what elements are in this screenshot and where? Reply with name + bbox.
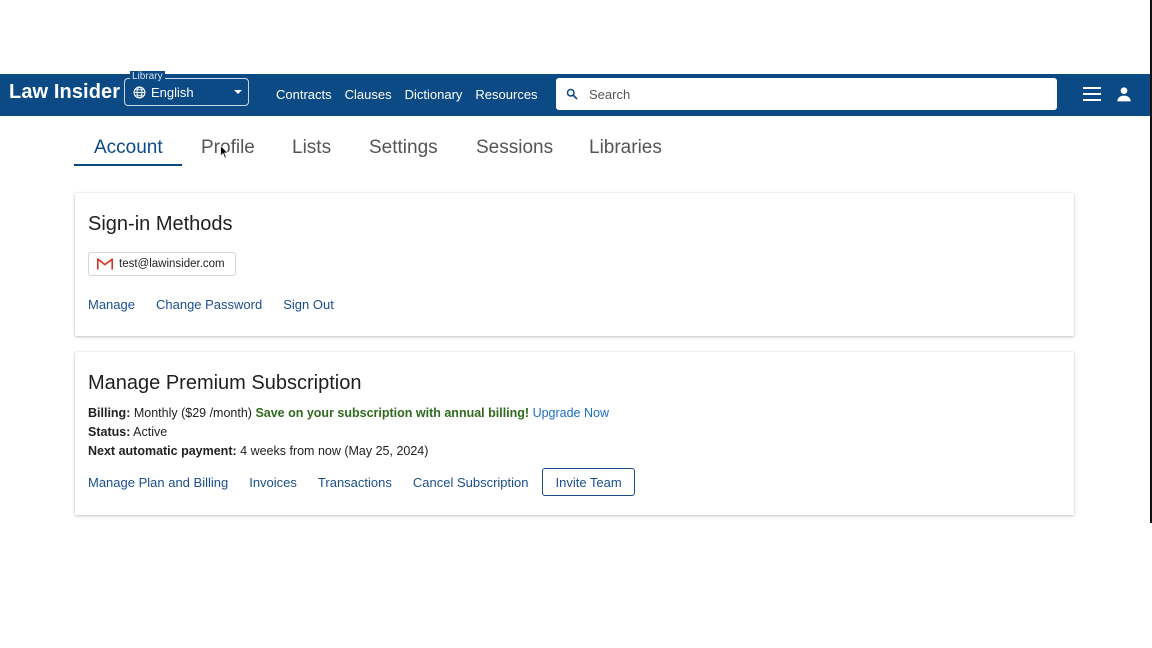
- tab-settings[interactable]: Settings: [369, 137, 438, 159]
- status-label: Status:: [88, 425, 131, 439]
- menu-icon[interactable]: [1083, 87, 1101, 101]
- tab-account[interactable]: Account: [94, 137, 163, 159]
- subscription-card: Manage Premium Subscription Billing: Mon…: [75, 352, 1074, 515]
- subscription-title: Manage Premium Subscription: [88, 372, 362, 394]
- email-chip: test@lawinsider.com: [88, 252, 236, 276]
- invoices-link[interactable]: Invoices: [249, 475, 297, 490]
- invite-team-button[interactable]: Invite Team: [542, 468, 635, 496]
- nav-clauses[interactable]: Clauses: [345, 87, 392, 102]
- mouse-cursor-icon: [220, 145, 229, 159]
- nav-contracts[interactable]: Contracts: [276, 87, 332, 102]
- status-value: Active: [133, 425, 168, 439]
- change-password-link[interactable]: Change Password: [156, 297, 262, 312]
- nav-resources[interactable]: Resources: [475, 87, 537, 102]
- active-tab-indicator: [74, 164, 182, 166]
- signin-methods-card: Sign-in Methods test@lawinsider.com Mana…: [75, 193, 1074, 336]
- payment-line: Next automatic payment: 4 weeks from now…: [88, 444, 428, 458]
- cancel-subscription-link[interactable]: Cancel Subscription: [413, 475, 529, 490]
- chevron-down-icon: [234, 90, 242, 94]
- library-select[interactable]: Library English: [124, 71, 249, 106]
- annual-promo: Save on your subscription with annual bi…: [255, 406, 530, 420]
- subscription-actions: Manage Plan and Billing Invoices Transac…: [88, 468, 635, 496]
- tab-lists[interactable]: Lists: [292, 137, 331, 159]
- billing-label: Billing:: [88, 406, 131, 420]
- payment-label: Next automatic payment:: [88, 444, 237, 458]
- payment-value: 4 weeks from now (May 25, 2024): [240, 444, 429, 458]
- billing-value: Monthly ($29 /month): [133, 406, 252, 420]
- manage-link[interactable]: Manage: [88, 297, 135, 312]
- search-box: [556, 78, 1057, 110]
- gmail-icon: [97, 258, 113, 270]
- sign-out-link[interactable]: Sign Out: [283, 297, 334, 312]
- search-icon: [566, 88, 578, 100]
- search-input[interactable]: [587, 81, 1031, 107]
- brand-logo[interactable]: Law Insider: [9, 81, 120, 104]
- signin-email: test@lawinsider.com: [119, 258, 225, 270]
- library-value: English: [151, 84, 194, 100]
- main-nav: Contracts Clauses Dictionary Resources: [276, 87, 538, 102]
- library-label: Library: [130, 71, 165, 83]
- manage-plan-link[interactable]: Manage Plan and Billing: [88, 475, 228, 490]
- billing-line: Billing: Monthly ($29 /month) Save on yo…: [88, 406, 609, 420]
- upgrade-now-link[interactable]: Upgrade Now: [533, 406, 609, 420]
- globe-icon: [133, 86, 146, 99]
- status-line: Status: Active: [88, 425, 167, 439]
- tab-libraries[interactable]: Libraries: [589, 137, 662, 159]
- transactions-link[interactable]: Transactions: [318, 475, 392, 490]
- user-icon[interactable]: [1116, 86, 1132, 102]
- tab-sessions[interactable]: Sessions: [476, 137, 553, 159]
- signin-title: Sign-in Methods: [88, 213, 233, 235]
- top-navigation-bar: Law Insider Library English Contracts Cl…: [0, 71, 1150, 116]
- signin-links: Manage Change Password Sign Out: [88, 297, 334, 312]
- nav-dictionary[interactable]: Dictionary: [405, 87, 463, 102]
